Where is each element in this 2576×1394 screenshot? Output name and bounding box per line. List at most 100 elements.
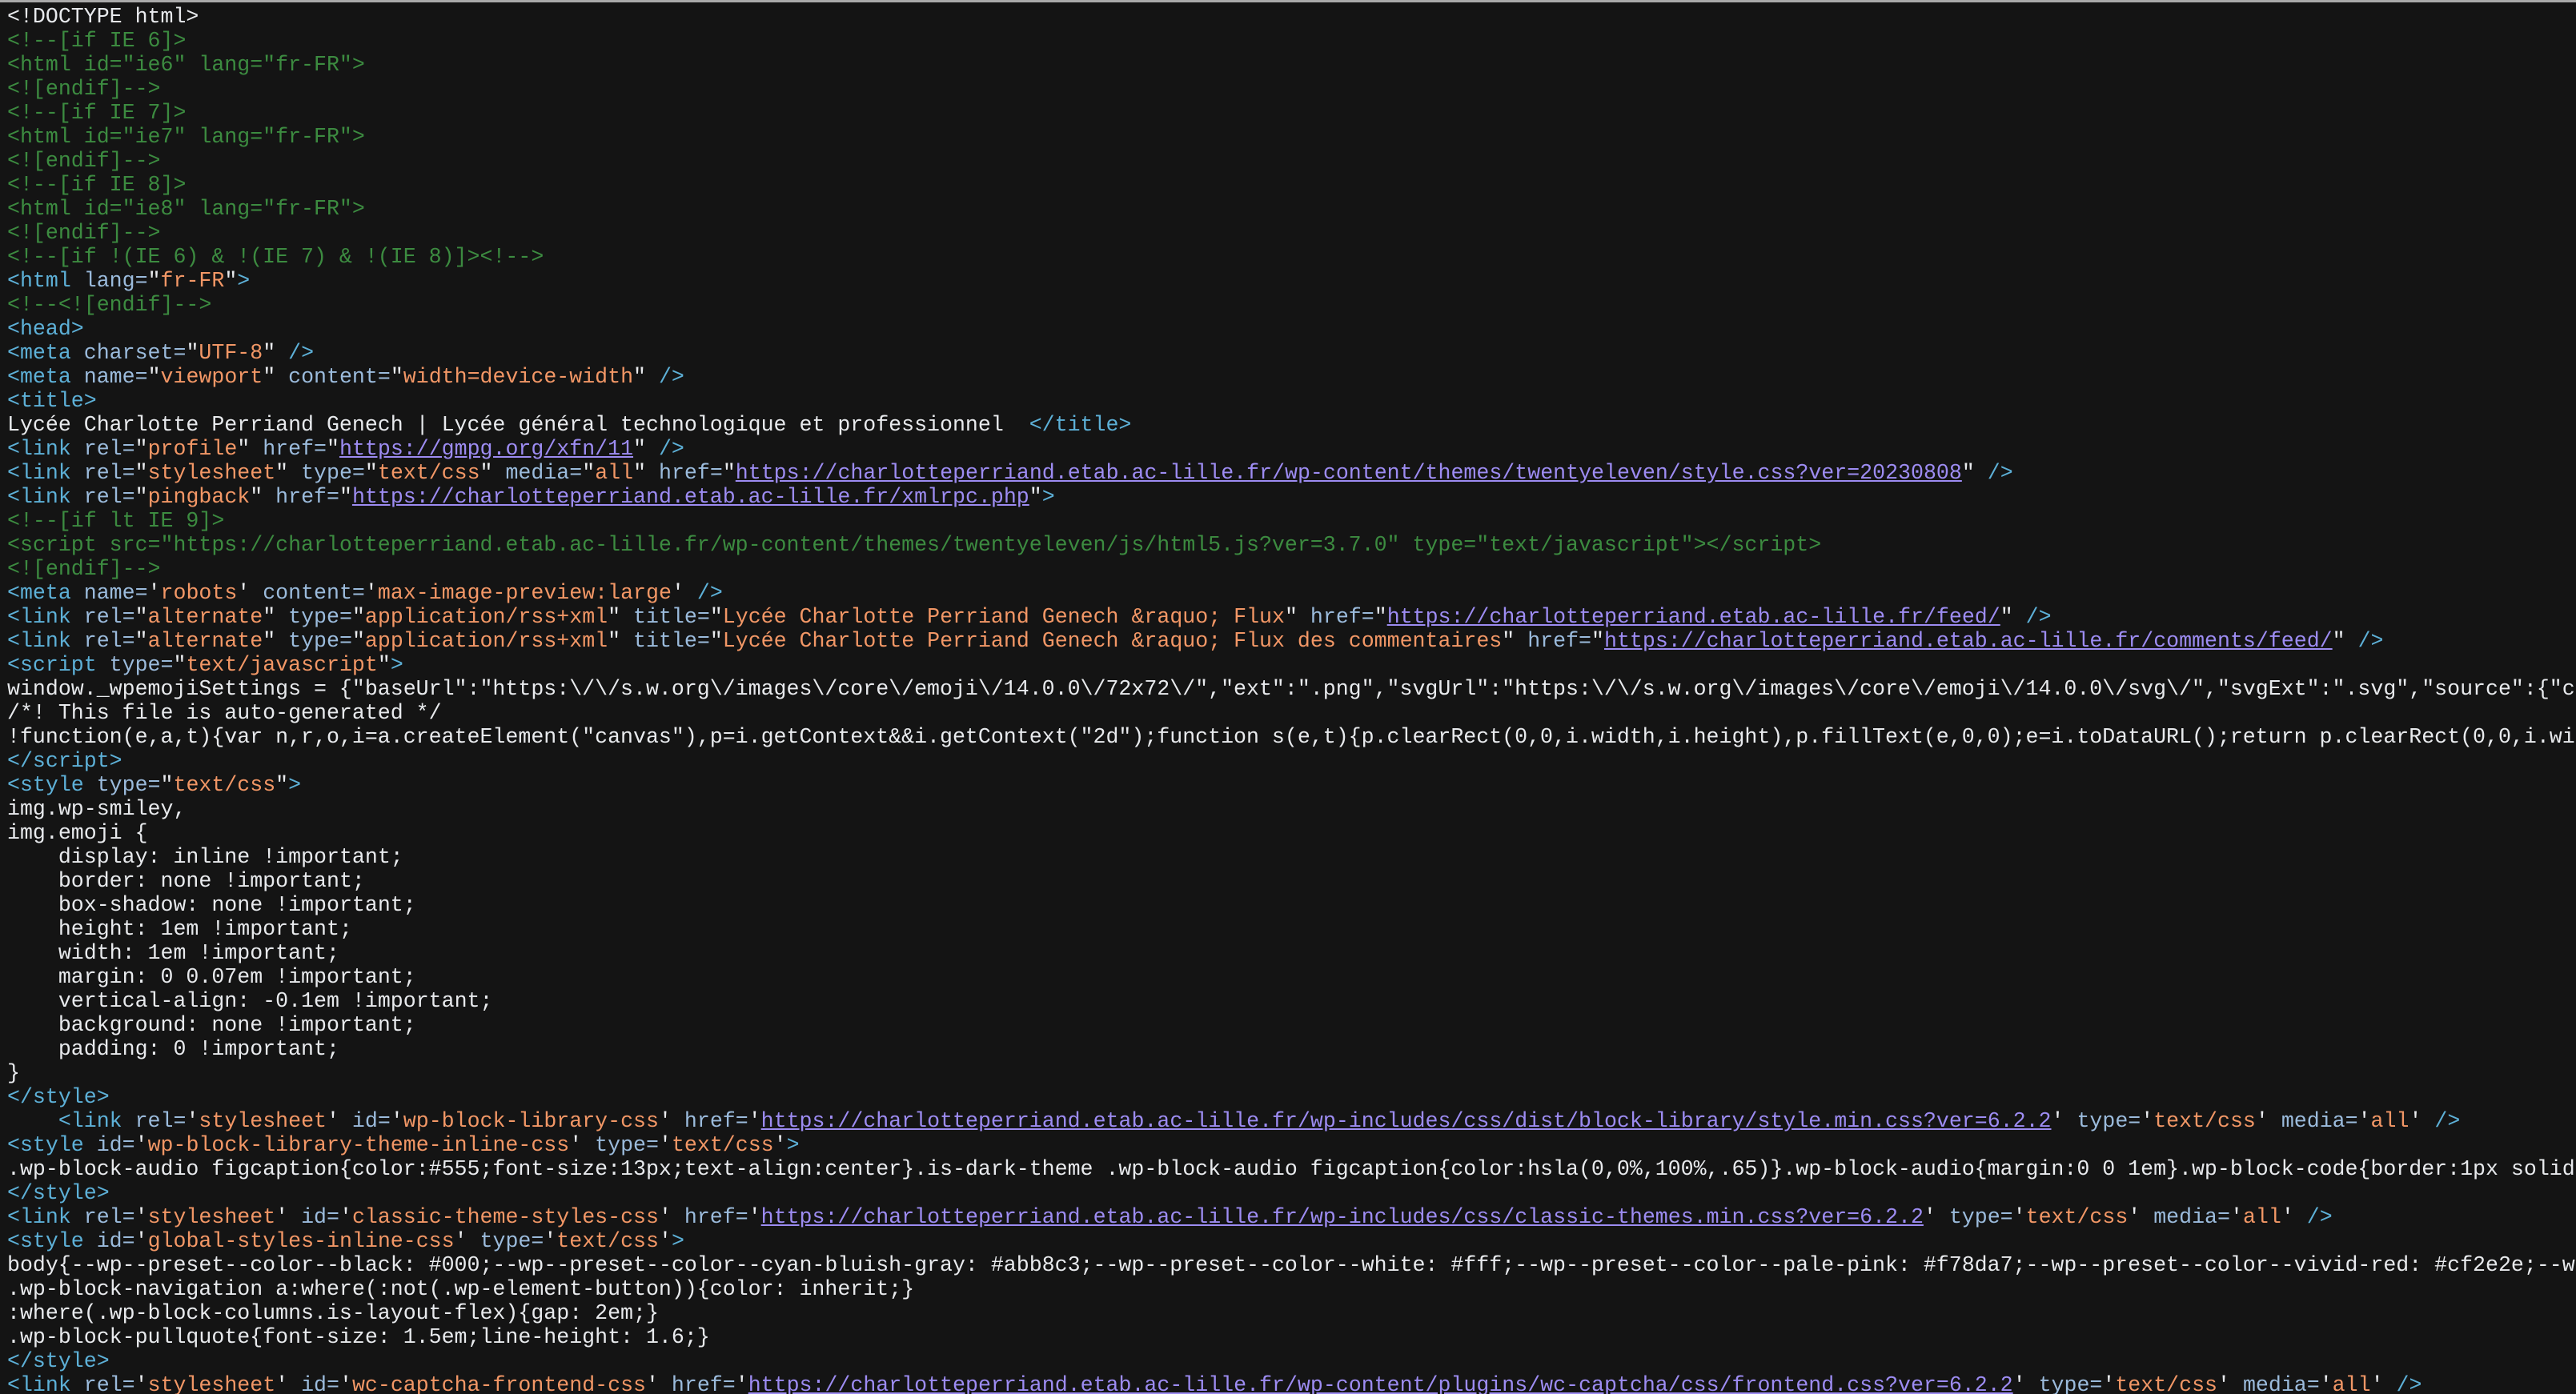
text-token: '	[2013, 1373, 2026, 1394]
attribute-value-token: max-image-preview:large	[378, 581, 672, 605]
text-token: "	[173, 653, 186, 677]
attribute-name-token: type=	[582, 1133, 659, 1157]
source-hyperlink[interactable]: https://charlotteperriand.etab.ac-lille.…	[1387, 605, 2000, 629]
attribute-value-token: Lycée Charlotte Perriand Genech &raquo; …	[723, 605, 1285, 629]
attribute-name-token: title=	[620, 605, 710, 629]
tag-token: >	[391, 653, 403, 677]
attribute-name-token: type=	[2064, 1109, 2141, 1133]
comment-token: <!--[if !(IE 6) & !(IE 7) & !(IE 8)]><!-…	[7, 245, 544, 269]
attribute-name-token: rel=	[71, 1373, 135, 1394]
source-line: <link rel='stylesheet' id='wp-block-libr…	[7, 1109, 2576, 1133]
text-token: "	[608, 629, 620, 653]
source-line: <!--[if IE 6]>	[7, 29, 2576, 53]
tag-token: <link	[7, 605, 71, 629]
text-token: "	[2000, 605, 2013, 629]
text-token: '	[2281, 1205, 2294, 1229]
text-token: Lycée Charlotte Perriand Genech | Lycée …	[7, 413, 1029, 437]
source-line: .wp-block-pullquote{font-size: 1.5em;lin…	[7, 1325, 2576, 1349]
text-token: '	[339, 1373, 352, 1394]
text-token: .wp-block-pullquote{font-size: 1.5em;lin…	[7, 1325, 710, 1349]
source-hyperlink[interactable]: https://charlotteperriand.etab.ac-lille.…	[352, 485, 1029, 509]
source-hyperlink[interactable]: https://charlotteperriand.etab.ac-lille.…	[761, 1109, 2052, 1133]
text-token: body{--wp--preset--color--black: #000;--…	[7, 1253, 2576, 1277]
tag-token: <link	[58, 1109, 122, 1133]
tag-token: <meta	[7, 581, 71, 605]
text-token: '	[2128, 1205, 2141, 1229]
comment-token: <html id="ie7" lang="fr-FR">	[7, 125, 365, 149]
attribute-name-token: type=	[467, 1229, 544, 1253]
text-token: '	[544, 1229, 556, 1253]
text-token: "	[378, 653, 391, 677]
comment-token: <![endif]-->	[7, 221, 161, 245]
source-line: width: 1em !important;	[7, 941, 2576, 965]
source-hyperlink[interactable]: https://charlotteperriand.etab.ac-lille.…	[736, 461, 1962, 485]
source-line: Lycée Charlotte Perriand Genech | Lycée …	[7, 413, 2576, 437]
source-line: vertical-align: -0.1em !important;	[7, 989, 2576, 1013]
text-token: .wp-block-navigation a:where(:not(.wp-el…	[7, 1277, 914, 1301]
comment-token: <![endif]-->	[7, 149, 161, 173]
source-line: img.emoji {	[7, 821, 2576, 845]
text-token: "	[352, 605, 365, 629]
source-line: <title>	[7, 389, 2576, 413]
text-token: "	[480, 461, 493, 485]
text-token: "	[2333, 629, 2345, 653]
attribute-value-token: stylesheet	[148, 1205, 276, 1229]
tag-token: <link	[7, 437, 71, 461]
text-token: '	[2358, 1109, 2371, 1133]
source-hyperlink[interactable]: https://charlotteperriand.etab.ac-lille.…	[1604, 629, 2333, 653]
source-line: <![endif]-->	[7, 149, 2576, 173]
text-token: "	[263, 365, 275, 389]
source-line: <style id='global-styles-inline-css' typ…	[7, 1229, 2576, 1253]
source-line: <![endif]-->	[7, 221, 2576, 245]
source-line: </style>	[7, 1085, 2576, 1109]
text-token: '	[2141, 1109, 2153, 1133]
tag-token: <meta	[7, 341, 71, 365]
tag-token: <script	[7, 653, 97, 677]
comment-token: <![endif]-->	[7, 77, 161, 101]
attribute-value-token: all	[595, 461, 633, 485]
text-token: '	[327, 1109, 339, 1133]
source-line: border: none !important;	[7, 869, 2576, 893]
text-token: .wp-block-audio figcaption{color:#555;fo…	[7, 1157, 2576, 1181]
attribute-name-token: type=	[275, 629, 352, 653]
text-token: '	[135, 1205, 148, 1229]
text-token: img.emoji {	[7, 821, 148, 845]
text-token: '	[148, 581, 161, 605]
source-line: background: none !important;	[7, 1013, 2576, 1037]
attribute-value-token: text/css	[378, 461, 480, 485]
source-line: <html id="ie8" lang="fr-FR">	[7, 197, 2576, 221]
text-token: width: 1em !important;	[7, 941, 339, 965]
source-hyperlink[interactable]: https://gmpg.org/xfn/11	[339, 437, 633, 461]
text-token: '	[1924, 1205, 1936, 1229]
comment-token: <!--[if IE 7]>	[7, 101, 186, 125]
attribute-value-token: robots	[161, 581, 238, 605]
source-hyperlink[interactable]: https://charlotteperriand.etab.ac-lille.…	[761, 1205, 1924, 1229]
text-token: '	[659, 1205, 672, 1229]
attribute-name-token: rel=	[71, 1205, 135, 1229]
source-code[interactable]: <!DOCTYPE html><!--[if IE 6]><html id="i…	[0, 2, 2576, 1394]
source-line: <!--[if IE 8]>	[7, 173, 2576, 197]
source-line: height: 1em !important;	[7, 917, 2576, 941]
attribute-value-token: text/css	[2115, 1373, 2217, 1394]
source-line: </style>	[7, 1349, 2576, 1373]
attribute-name-token: href=	[672, 1109, 748, 1133]
text-token: "	[186, 341, 199, 365]
source-line: <!--[if lt IE 9]>	[7, 509, 2576, 533]
comment-token: <!--[if IE 6]>	[7, 29, 186, 53]
comment-token: <html id="ie8" lang="fr-FR">	[7, 197, 365, 221]
source-line: </script>	[7, 749, 2576, 773]
text-token: '	[736, 1373, 748, 1394]
attribute-value-token: alternate	[148, 605, 263, 629]
tag-token: <html	[7, 269, 71, 293]
tag-token: </style>	[7, 1349, 110, 1373]
text-token: "	[1502, 629, 1515, 653]
source-hyperlink[interactable]: https://charlotteperriand.etab.ac-lille.…	[748, 1373, 2013, 1394]
attribute-value-token: text/css	[174, 773, 276, 797]
tag-token: </script>	[7, 749, 122, 773]
attribute-name-token: href=	[646, 461, 723, 485]
attribute-name-token: media=	[493, 461, 583, 485]
tag-token: />	[1975, 461, 2013, 485]
source-line: box-shadow: none !important;	[7, 893, 2576, 917]
tag-token: </title>	[1029, 413, 1132, 437]
attribute-name-token: type=	[97, 653, 174, 677]
